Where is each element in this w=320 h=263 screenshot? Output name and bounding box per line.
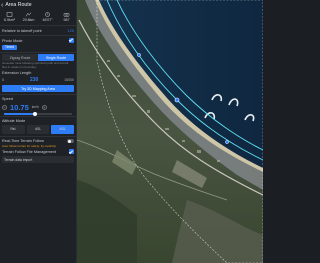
clock-icon — [45, 12, 50, 17]
route-stats: 6.9km² 29.8km 46'07" 987 — [0, 10, 76, 24]
satellite-map[interactable] — [77, 0, 263, 263]
distance-icon — [25, 12, 32, 17]
speed-value[interactable]: 10.75 — [10, 103, 29, 112]
page-title: Area Route — [5, 2, 32, 8]
route-description: Generate route following optimized path … — [2, 61, 69, 69]
route-option-zigzag[interactable]: Zigzag Route — [2, 54, 38, 61]
extension-min: 0 — [2, 77, 4, 82]
terrain-file-label: Terrain Follow File Management — [2, 149, 57, 154]
altitude-row: Relative to takeoff point 120 — [0, 27, 76, 34]
altitude-mode-rel[interactable]: Rel. — [2, 124, 25, 134]
speed-unit: km/h — [31, 105, 39, 110]
terrain-follow-toggle[interactable] — [67, 139, 74, 144]
terrain-file-row: Terrain Follow File Management — [0, 148, 76, 155]
stat-distance: 29.8km — [19, 10, 38, 24]
divider — [0, 94, 76, 96]
speed-slider[interactable] — [4, 111, 72, 116]
speed-label: Speed — [2, 97, 13, 102]
photo-mode-checkbox[interactable] — [69, 38, 74, 43]
divider — [0, 52, 76, 53]
extension-stepper: 0 230 10000 — [0, 76, 76, 83]
altitude-mode-agl[interactable]: AGL — [51, 124, 75, 134]
stat-area: 6.9km² — [0, 10, 19, 24]
waypoint-marker[interactable] — [225, 140, 229, 144]
altitude-mode-asl[interactable]: ASL — [26, 124, 50, 134]
route-settings-panel: ‹ Area Route 6.9km² 29.8km 46'07" 987 Re… — [0, 0, 77, 263]
waypoint-marker[interactable] — [137, 53, 141, 57]
extension-label: Extension Length — [2, 71, 32, 76]
photo-mode-pill[interactable]: Timed — [2, 45, 18, 50]
terrain-file-checkbox[interactable] — [69, 149, 74, 155]
divider — [0, 25, 76, 26]
map-canvas[interactable] — [77, 0, 263, 263]
route-option-single[interactable]: Single Route — [38, 54, 74, 61]
altitude-label: Relative to takeoff point — [2, 28, 42, 33]
stat-photos: 987 — [57, 10, 76, 24]
divider — [0, 135, 76, 137]
divider — [0, 115, 76, 117]
route-type-selector: Zigzag Route Single Route — [2, 54, 74, 61]
altitude-value[interactable]: 120 — [68, 29, 74, 33]
speed-slider-knob[interactable] — [32, 111, 37, 116]
plus-icon[interactable]: + — [41, 104, 47, 110]
speed-slider-fill — [4, 113, 35, 115]
altitude-mode-label: Altitude Mode — [2, 118, 26, 123]
photo-mode-row: Photo Mode — [0, 37, 76, 44]
panel-header: ‹ Area Route — [0, 0, 76, 10]
speed-control: − 10.75 km/h + — [0, 102, 76, 112]
terrain-follow-label: Real-Time Terrain Follow — [2, 139, 44, 144]
extension-value[interactable]: 230 — [30, 77, 38, 83]
divider — [0, 35, 76, 36]
terrain-data-item[interactable]: Terrain data import — [2, 156, 74, 164]
photo-mode-label: Photo Mode — [2, 38, 23, 43]
extension-max: 10000 — [64, 77, 74, 82]
camera-icon — [63, 13, 70, 17]
waypoint-marker[interactable] — [174, 97, 180, 103]
try-3d-mapping-button[interactable]: Try 3D Mapping Area — [2, 85, 74, 93]
area-icon — [6, 12, 13, 17]
minus-icon[interactable]: − — [2, 104, 7, 110]
photo-mode-select-row: Timed — [0, 44, 76, 51]
arrow-left-icon[interactable]: ‹ — [1, 2, 3, 9]
stat-time: 46'07" — [38, 10, 57, 24]
altitude-mode-selector: Rel. ASL AGL — [0, 124, 76, 135]
